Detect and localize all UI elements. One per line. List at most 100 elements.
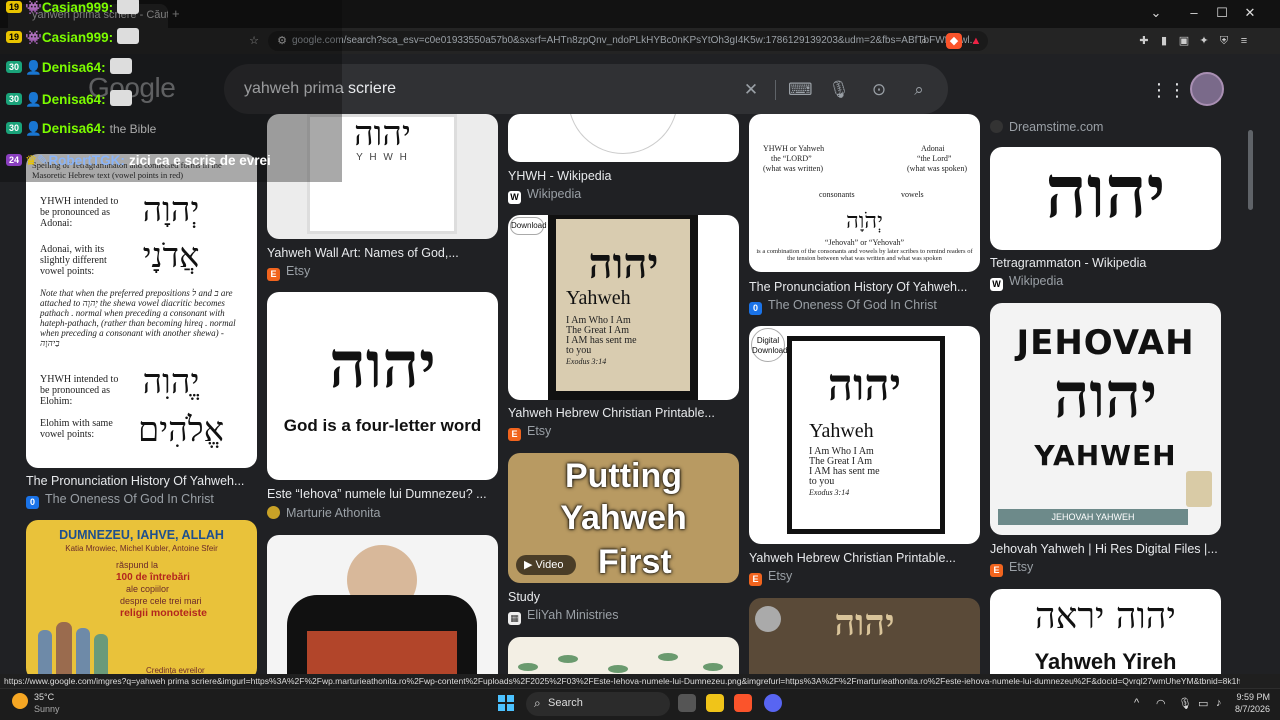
result-source[interactable]: E Etsy xyxy=(990,560,1033,577)
result-card-pronunciation[interactable]: Spelling of Tetragrammaton and connected… xyxy=(26,154,257,468)
result-image-hebrew: יהוה xyxy=(329,328,436,403)
result-image-text: consonants xyxy=(819,190,855,199)
result-title[interactable]: The Pronunciation History Of Yahweh... xyxy=(749,280,980,294)
brave-rewards-icon[interactable]: ▲ xyxy=(968,33,984,49)
result-source[interactable]: E Etsy xyxy=(749,569,792,586)
lens-camera-icon[interactable]: ⊙ xyxy=(868,80,890,100)
result-image-text: YHWH or Yahweh xyxy=(763,144,825,153)
emote-icon: 👾 xyxy=(25,0,42,15)
clear-search-icon[interactable]: ✕ xyxy=(740,80,762,100)
result-source[interactable]: 0 The Oneness Of God In Christ xyxy=(749,298,937,315)
result-image-hebrew: יֱהוִה xyxy=(142,362,200,402)
windows-start-icon[interactable] xyxy=(498,695,514,711)
zoom-icon[interactable]: ⌕ xyxy=(916,33,932,49)
sub-badge: 30 xyxy=(6,93,23,105)
result-source-name: Etsy xyxy=(1009,560,1034,574)
result-card-tetragrammaton[interactable]: יהוה xyxy=(990,147,1221,250)
result-title[interactable]: Tetragrammaton - Wikipedia xyxy=(990,256,1221,270)
extensions-icon[interactable]: ✚ xyxy=(1136,33,1152,49)
result-card-pronunciation-diagram[interactable]: YHWH or Yahweh the “LORD” (what was writ… xyxy=(749,114,980,272)
result-image-hebrew: יהוה xyxy=(1045,149,1166,234)
result-image-text: Note that when the preferred preposition… xyxy=(40,288,236,348)
sun-icon[interactable] xyxy=(12,693,28,709)
result-card-four-letter-word[interactable]: יהוה God is a four-letter word xyxy=(267,292,498,480)
result-image-text: to you xyxy=(809,476,835,487)
result-title[interactable]: Jehovah Yahweh | Hi Res Digital Files |.… xyxy=(990,542,1221,556)
close-window-icon[interactable]: ✕ xyxy=(1236,4,1264,22)
task-view-icon[interactable] xyxy=(678,694,696,712)
result-source[interactable]: Dreamstime.com xyxy=(990,120,1103,134)
search-icon: ⌕ xyxy=(534,696,541,710)
result-title[interactable]: Este “Iehova” numele lui Dumnezeu? ... xyxy=(267,487,498,501)
emote-icon: 👤 xyxy=(25,121,42,136)
wallet-icon[interactable]: ▣ xyxy=(1176,33,1192,49)
result-title[interactable]: Yahweh Hebrew Christian Printable... xyxy=(508,406,739,420)
weather-label[interactable]: Sunny xyxy=(34,704,60,714)
result-title[interactable]: The Pronunciation History Of Yahweh... xyxy=(26,474,257,488)
result-image-text: vowels xyxy=(901,190,924,199)
display-icon[interactable]: ▭ xyxy=(1198,697,1208,710)
brave-shields-icon[interactable]: ◆ xyxy=(946,33,962,49)
microphone-tray-icon[interactable]: 🎙 xyxy=(1178,697,1192,710)
result-source-name: The Oneness Of God In Christ xyxy=(768,298,937,312)
scrollbar-track[interactable] xyxy=(1256,54,1280,674)
result-source[interactable]: E Etsy xyxy=(508,424,551,441)
result-card-jehovah-yahweh[interactable]: JEHOVAH יהוה YAHWEH JEHOVAH YAHWEH xyxy=(990,303,1221,535)
clock-time[interactable]: 9:59 PM xyxy=(1234,692,1270,702)
result-card-putting-yahweh-first[interactable]: Putting Yahweh First ▶ Video xyxy=(508,453,739,583)
leo-icon[interactable]: ✦ xyxy=(1196,33,1212,49)
taskbar-search[interactable]: Search xyxy=(526,692,670,716)
result-source[interactable]: W Wikipedia xyxy=(508,187,581,204)
chat-username: Casian999: xyxy=(41,30,114,45)
discord-icon[interactable] xyxy=(764,694,782,712)
result-card-moses[interactable]: יהוה xyxy=(749,598,980,674)
volume-icon[interactable]: ♪ xyxy=(1216,697,1222,709)
result-source[interactable]: ▦ EliYah Ministries xyxy=(508,608,618,625)
result-card-dumnezeu-book[interactable]: DUMNEZEU, IAHVE, ALLAH Katia Mrowiec, Mi… xyxy=(26,520,257,674)
maximize-icon[interactable]: ☐ xyxy=(1208,4,1236,22)
result-card-yahweh-printable-2[interactable]: יהוה Yahweh I Am Who I Am The Great I Am… xyxy=(749,326,980,544)
tab-search-icon[interactable]: ⌄ xyxy=(1142,4,1170,22)
sub-badge: 19 xyxy=(6,31,23,43)
vpn-icon[interactable]: ⛨ xyxy=(1216,33,1232,49)
network-icon[interactable]: ◠ xyxy=(1156,697,1166,710)
wikipedia-diagram xyxy=(568,114,678,154)
tray-chevron-icon[interactable]: ^ xyxy=(1134,697,1139,709)
minimize-icon[interactable]: – xyxy=(1180,4,1208,22)
chat-username: Denisa64: xyxy=(41,121,106,136)
status-url: https://www.google.com/imgres?q=yahweh p… xyxy=(0,674,1240,688)
emote-icon: 👤 xyxy=(25,60,42,75)
result-title[interactable]: YHWH - Wikipedia xyxy=(508,169,739,183)
result-image-hebrew: יהוה יראה xyxy=(1035,596,1176,637)
result-title[interactable]: Study xyxy=(508,590,739,604)
result-source-name: EliYah Ministries xyxy=(527,608,619,622)
result-card-person-sign[interactable] xyxy=(267,535,498,674)
clock-date[interactable]: 8/7/2026 xyxy=(1230,704,1270,714)
result-source[interactable]: W Wikipedia xyxy=(990,274,1063,291)
microphone-icon[interactable]: 🎙 xyxy=(828,80,850,100)
floral-pattern xyxy=(518,653,723,673)
result-card-yahweh-printable-1[interactable]: יהוה Yahweh I Am Who I Am The Great I Am… xyxy=(508,215,739,400)
scrollbar-thumb[interactable] xyxy=(1248,130,1253,210)
brave-browser-icon[interactable] xyxy=(734,694,752,712)
result-title[interactable]: Yahweh Hebrew Christian Printable... xyxy=(749,551,980,565)
sidebar-icon[interactable]: ▮ xyxy=(1156,33,1172,49)
menu-icon[interactable]: ≡ xyxy=(1236,33,1252,49)
result-source[interactable]: E Etsy xyxy=(267,264,310,281)
sub-badge: 24 xyxy=(6,154,23,166)
result-card-floral[interactable] xyxy=(508,637,739,674)
result-source[interactable]: 0 The Oneness Of God In Christ xyxy=(26,492,214,509)
result-card-yhwh-wikipedia[interactable] xyxy=(508,114,739,162)
url-field[interactable]: google.com/search?sca_esv=c0e01933550a57… xyxy=(268,31,988,51)
account-avatar[interactable] xyxy=(1190,72,1224,106)
marturie-favicon-icon xyxy=(267,506,280,519)
play-icon: ▶ xyxy=(524,559,536,571)
file-explorer-icon[interactable] xyxy=(706,694,724,712)
search-icon[interactable]: ⌕ xyxy=(908,80,930,100)
result-card-yahweh-yireh[interactable]: יהוה יראה Yahweh Yireh xyxy=(990,589,1221,674)
result-title[interactable]: Yahweh Wall Art: Names of God,... xyxy=(267,246,498,260)
keyboard-icon[interactable]: ⌨ xyxy=(788,80,813,100)
weather-temp[interactable]: 35°C xyxy=(34,692,54,702)
result-source[interactable]: Marturie Athonita xyxy=(267,506,381,520)
cat-emote-icon xyxy=(117,28,140,44)
